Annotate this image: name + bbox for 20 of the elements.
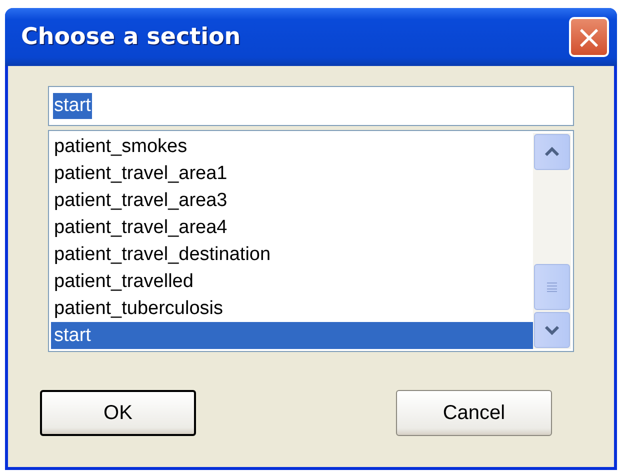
list-item[interactable]: patient_travelled (51, 268, 533, 295)
list-item[interactable]: patient_travel_destination (51, 241, 533, 268)
scrollbar[interactable] (533, 133, 571, 349)
ok-button[interactable]: OK (40, 390, 196, 436)
scroll-up-button[interactable] (534, 134, 570, 170)
list-item[interactable]: patient_smokes (51, 133, 533, 160)
section-input-field[interactable]: start (48, 86, 574, 126)
list-item[interactable]: patient_travel_area4 (51, 214, 533, 241)
scroll-thumb[interactable] (534, 264, 570, 310)
scroll-down-button[interactable] (534, 312, 570, 348)
list-item[interactable]: start (51, 322, 533, 349)
chevron-up-icon (544, 147, 560, 157)
list-item[interactable]: patient_tuberculosis (51, 295, 533, 322)
field-text: start (53, 93, 92, 119)
window-title: Choose a section (21, 24, 241, 50)
list-item[interactable]: patient_travel_area1 (51, 160, 533, 187)
chevron-down-icon (544, 325, 560, 335)
list-item[interactable]: patient_travel_area3 (51, 187, 533, 214)
cancel-button[interactable]: Cancel (396, 390, 552, 436)
grip-icon (546, 282, 558, 292)
